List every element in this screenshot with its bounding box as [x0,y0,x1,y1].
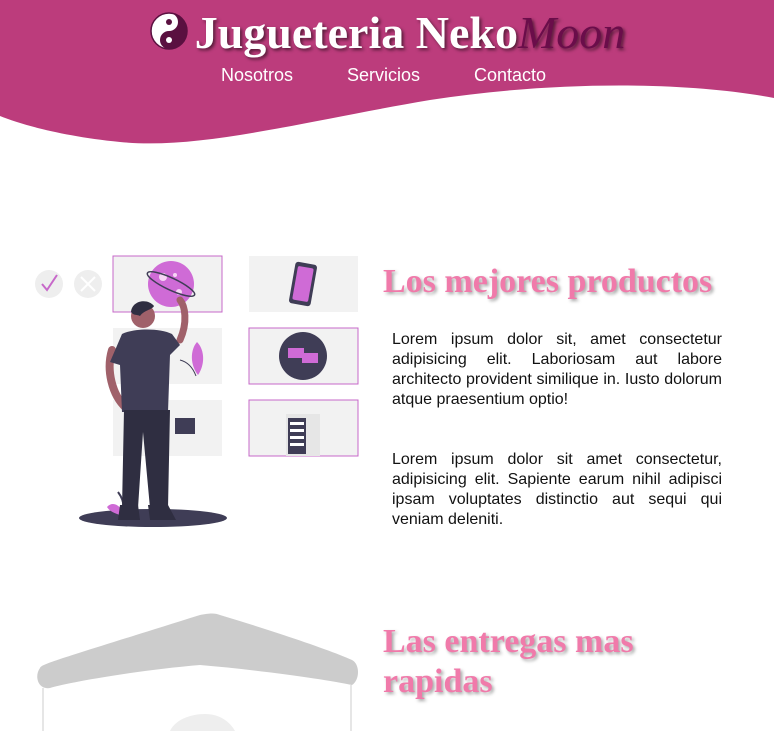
nav-link-nosotros[interactable]: Nosotros [221,64,293,86]
products-illustration [35,255,359,527]
nav-link-contacto[interactable]: Contacto [474,64,546,86]
brand-logo[interactable]: Jugueteria NekoMoon [0,6,774,60]
nav-link-servicios[interactable]: Servicios [347,64,420,86]
chat-icon [279,332,327,380]
close-icon [74,270,102,298]
brand-accent: Moon [517,7,626,58]
section-title-delivery: Las entregas mas rapidas [383,623,634,700]
check-icon [35,270,63,298]
section-paragraph-2: Lorem ipsum dolor sit amet consectetur, … [392,451,722,528]
building-icon [286,414,320,456]
section-paragraph-1: Lorem ipsum dolor sit, amet consectetur … [392,331,722,408]
site-header: Jugueteria NekoMoon Nosotros Servicios C… [0,0,774,150]
section-title-products: Los mejores productos [383,263,713,300]
yin-yang-icon [149,12,188,50]
delivery-illustration [37,613,359,731]
brand-name: Jugueteria Neko [194,7,518,58]
